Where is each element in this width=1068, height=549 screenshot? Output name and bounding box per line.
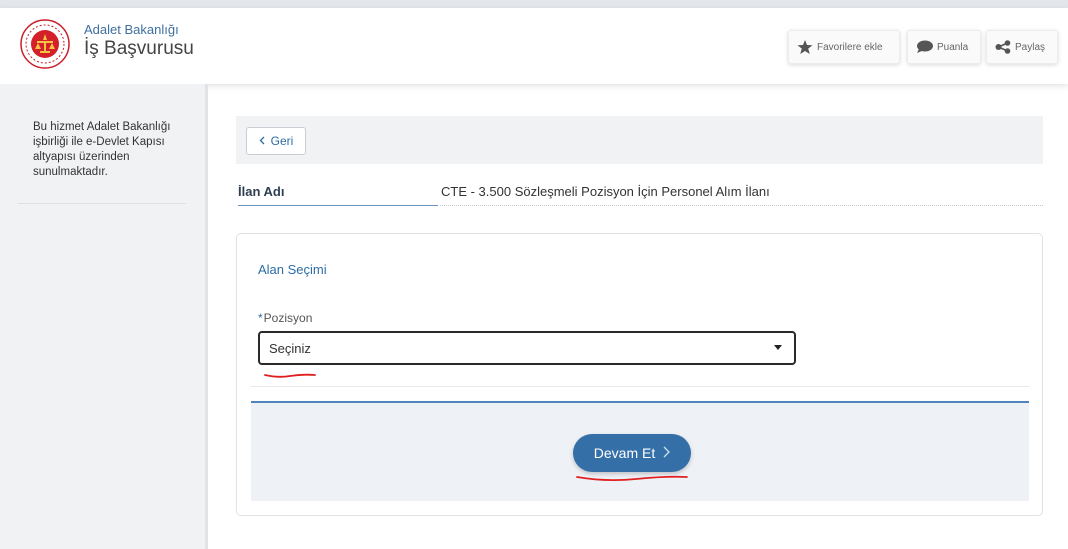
listing-value-underline [440, 205, 1043, 206]
back-label: Geri [270, 134, 294, 148]
required-mark: * [258, 311, 263, 325]
position-field-label: *Pozisyon [258, 311, 312, 325]
favorite-button[interactable]: Favorilere ekle [788, 30, 900, 64]
ministry-seal-icon[interactable] [20, 19, 70, 69]
page-header: Adalet Bakanlığı İş Başvurusu Favorilere… [0, 8, 1068, 84]
star-icon [797, 39, 813, 55]
position-selected-value: Seçiniz [269, 340, 311, 356]
chevron-right-icon [663, 445, 671, 461]
top-strip [0, 0, 1068, 8]
listing-label: İlan Adı [238, 184, 285, 199]
listing-label-underline [238, 205, 438, 206]
rate-label: Puanla [937, 41, 969, 53]
red-underline-annotation [576, 475, 688, 482]
section-title: Alan Seçimi [258, 262, 327, 277]
listing-value: CTE - 3.500 Sözleşmeli Pozisyon İçin Per… [441, 184, 770, 199]
position-select[interactable]: Seçiniz [258, 331, 796, 365]
rate-button[interactable]: Puanla [907, 30, 981, 64]
navigation-bar: Geri [236, 116, 1043, 164]
org-name: Adalet Bakanlığı [84, 22, 179, 37]
red-underline-annotation [264, 373, 316, 378]
action-area: Devam Et [251, 401, 1029, 501]
speech-bubble-icon [916, 40, 933, 54]
chevron-left-icon [259, 134, 265, 148]
continue-button[interactable]: Devam Et [573, 434, 691, 472]
back-button[interactable]: Geri [246, 127, 306, 155]
sidebar-divider [18, 203, 186, 204]
continue-label: Devam Et [593, 445, 656, 461]
card-divider [251, 386, 1029, 387]
share-button[interactable]: Paylaş [986, 30, 1058, 64]
favorite-label: Favorilere ekle [817, 41, 883, 53]
share-icon [995, 40, 1011, 54]
share-label: Paylaş [1015, 41, 1046, 53]
position-label: Pozisyon [263, 311, 313, 325]
service-info-text: Bu hizmet Adalet Bakanlığı işbirliği ile… [33, 121, 171, 178]
caret-down-icon [774, 345, 782, 350]
sidebar: Bu hizmet Adalet Bakanlığı işbirliği ile… [0, 84, 208, 549]
service-title: İş Başvurusu [84, 38, 194, 59]
